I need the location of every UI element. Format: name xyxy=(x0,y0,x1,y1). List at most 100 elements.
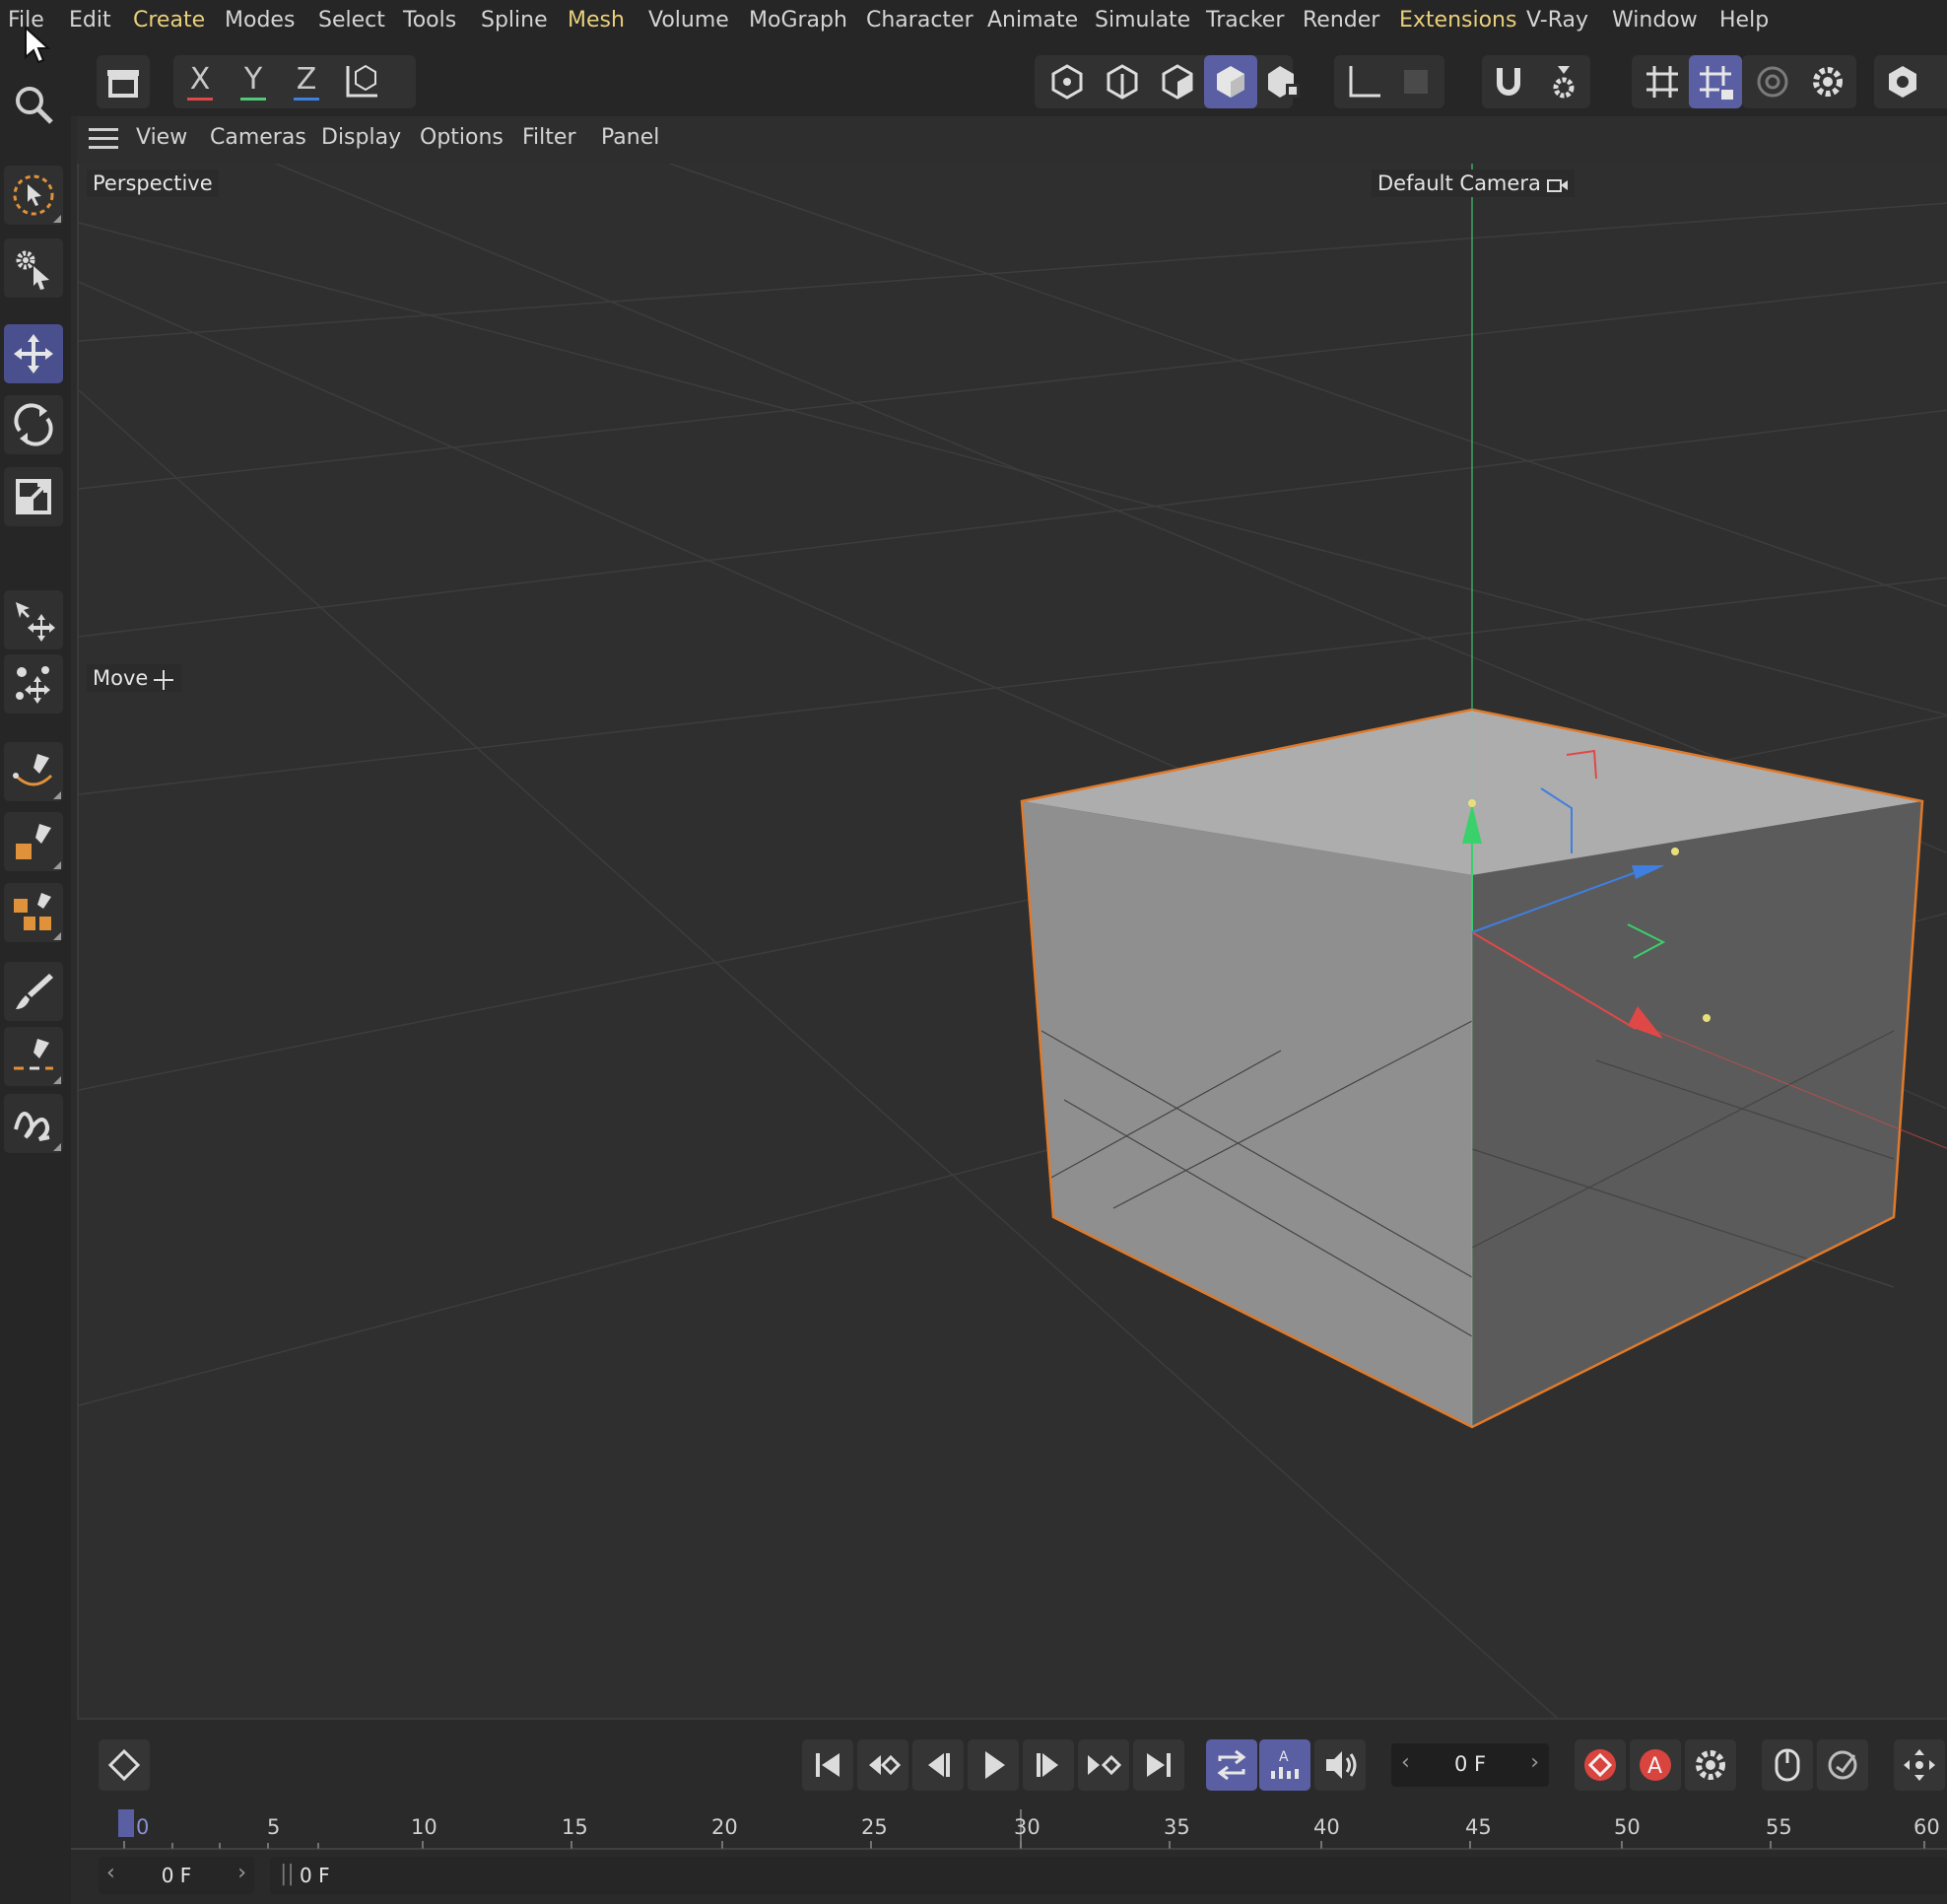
previous-frame-button[interactable] xyxy=(912,1739,964,1791)
sound-button[interactable] xyxy=(1314,1739,1366,1791)
play-button[interactable] xyxy=(968,1739,1019,1791)
snapping-button[interactable] xyxy=(1482,55,1535,108)
mograph-tool-button[interactable] xyxy=(4,883,63,942)
uvw-mode-icon xyxy=(1268,66,1300,98)
next-key-button[interactable] xyxy=(1078,1739,1129,1791)
coordinate-system-button[interactable] xyxy=(335,55,388,108)
menu-character[interactable]: Character xyxy=(866,8,974,33)
start-frame-field[interactable]: ‹ 0 F › xyxy=(99,1857,254,1894)
ruler-label-50: 50 xyxy=(1614,1815,1641,1839)
menu-simulate[interactable]: Simulate xyxy=(1095,8,1190,33)
tweak-tool-button[interactable] xyxy=(4,238,63,298)
keyframe-button[interactable] xyxy=(99,1739,150,1791)
menu-extensions[interactable]: Extensions xyxy=(1399,8,1516,33)
menu-mesh[interactable]: Mesh xyxy=(568,8,625,33)
menu-create[interactable]: Create xyxy=(133,8,205,33)
menu-spline[interactable]: Spline xyxy=(481,8,548,33)
viewport-menu-view[interactable]: View xyxy=(136,125,187,150)
playhead[interactable] xyxy=(118,1809,134,1837)
mouse-icon xyxy=(1775,1748,1800,1782)
key-settings-button[interactable] xyxy=(1685,1739,1736,1791)
skip-end-icon xyxy=(1147,1753,1171,1777)
undo-history-button[interactable] xyxy=(97,55,150,108)
paint-brush-button[interactable] xyxy=(4,962,63,1021)
menu-select[interactable]: Select xyxy=(318,8,385,33)
axis-icon xyxy=(1349,66,1380,98)
go-to-end-button[interactable] xyxy=(1133,1739,1184,1791)
interaction-settings-button[interactable] xyxy=(1817,1739,1868,1791)
spline-pen-tool-button[interactable] xyxy=(4,742,63,801)
hamburger-icon[interactable] xyxy=(89,128,118,150)
search-tool-button[interactable] xyxy=(4,75,63,134)
go-to-start-button[interactable] xyxy=(802,1739,853,1791)
menu-bar: File Edit Create Modes Select Tools Spli… xyxy=(0,0,1947,45)
menu-render[interactable]: Render xyxy=(1303,8,1379,33)
menu-volume[interactable]: Volume xyxy=(648,8,729,33)
lock-y-axis-button[interactable]: Y xyxy=(227,55,280,108)
view-name-label[interactable]: Perspective xyxy=(87,170,219,197)
range-handle-icon[interactable]: || xyxy=(280,1862,295,1886)
render-region-button[interactable] xyxy=(1746,55,1799,108)
freehand-spline-button[interactable] xyxy=(4,1094,63,1153)
frame-increment-icon[interactable]: › xyxy=(1530,1750,1539,1775)
start-frame-increment-icon[interactable]: › xyxy=(237,1861,246,1885)
left-toolbar xyxy=(0,45,71,1904)
viewport-menu-cameras[interactable]: Cameras xyxy=(210,125,306,150)
locked-workplane-button[interactable] xyxy=(1689,55,1742,108)
menu-modes[interactable]: Modes xyxy=(225,8,295,33)
timeline-navigation-button[interactable] xyxy=(1894,1739,1945,1791)
menu-help[interactable]: Help xyxy=(1719,8,1769,33)
viewport-menu-filter[interactable]: Filter xyxy=(522,125,575,150)
menu-animate[interactable]: Animate xyxy=(987,8,1078,33)
viewport-menu-options[interactable]: Options xyxy=(420,125,504,150)
sketch-pen-button[interactable] xyxy=(4,1027,63,1086)
record-keys-button[interactable] xyxy=(1575,1739,1626,1791)
lock-x-axis-button[interactable]: X xyxy=(173,55,227,108)
menu-window[interactable]: Window xyxy=(1612,8,1698,33)
camera-name-label[interactable]: Default Camera xyxy=(1372,170,1575,197)
menu-mograph[interactable]: MoGraph xyxy=(749,8,847,33)
timeline-ruler[interactable] xyxy=(71,1805,1947,1853)
live-selection-button[interactable] xyxy=(4,166,63,225)
texture-mode-button[interactable] xyxy=(1389,55,1443,108)
menu-edit[interactable]: Edit xyxy=(69,8,111,33)
viewport-menu-panel[interactable]: Panel xyxy=(601,125,659,150)
ruler-label-40: 40 xyxy=(1313,1815,1340,1839)
viewport-menu-display[interactable]: Display xyxy=(321,125,401,150)
grid-icon xyxy=(1646,66,1678,98)
3d-viewport[interactable]: Perspective Default Camera Move xyxy=(77,164,1947,1720)
current-frame-field[interactable]: ‹ 0 F › xyxy=(1391,1743,1549,1787)
move-tool-button[interactable] xyxy=(4,324,63,383)
menu-vray[interactable]: V-Ray xyxy=(1526,8,1588,33)
polygons-mode-button[interactable] xyxy=(1151,55,1204,108)
model-mode-button[interactable] xyxy=(1204,55,1257,108)
transform-tool-button[interactable] xyxy=(4,590,63,649)
loop-button[interactable] xyxy=(1206,1739,1257,1791)
ruler-label-30: 30 xyxy=(1014,1815,1041,1839)
autokey-button[interactable]: A xyxy=(1630,1739,1681,1791)
rotate-tool-button[interactable] xyxy=(4,395,63,454)
mouse-interaction-button[interactable] xyxy=(1762,1739,1813,1791)
render-settings-button[interactable] xyxy=(1801,55,1854,108)
menu-tracker[interactable]: Tracker xyxy=(1206,8,1284,33)
texture-icon xyxy=(1404,70,1428,94)
placement-tool-button[interactable] xyxy=(4,654,63,714)
uvw-mode-button[interactable] xyxy=(1257,55,1310,108)
points-mode-button[interactable] xyxy=(1041,55,1094,108)
snap-settings-button[interactable] xyxy=(1537,55,1590,108)
lock-z-axis-button[interactable]: Z xyxy=(280,55,333,108)
next-frame-button[interactable] xyxy=(1023,1739,1074,1791)
edges-mode-button[interactable] xyxy=(1096,55,1149,108)
axis-mode-button[interactable] xyxy=(1336,55,1389,108)
previous-key-button[interactable] xyxy=(857,1739,908,1791)
workplane-button[interactable] xyxy=(1636,55,1689,108)
ruler-label-0: 0 xyxy=(136,1815,150,1839)
record-key-icon xyxy=(1584,1749,1616,1781)
step-back-icon xyxy=(928,1753,950,1777)
scale-tool-button[interactable] xyxy=(4,467,63,526)
frame-range-bar[interactable]: || 0 F xyxy=(270,1857,1947,1894)
spline-primitive-button[interactable] xyxy=(4,812,63,871)
menu-tools[interactable]: Tools xyxy=(403,8,456,33)
auto-keying-mode-button[interactable]: A xyxy=(1259,1739,1310,1791)
render-view-button[interactable] xyxy=(1876,55,1929,108)
